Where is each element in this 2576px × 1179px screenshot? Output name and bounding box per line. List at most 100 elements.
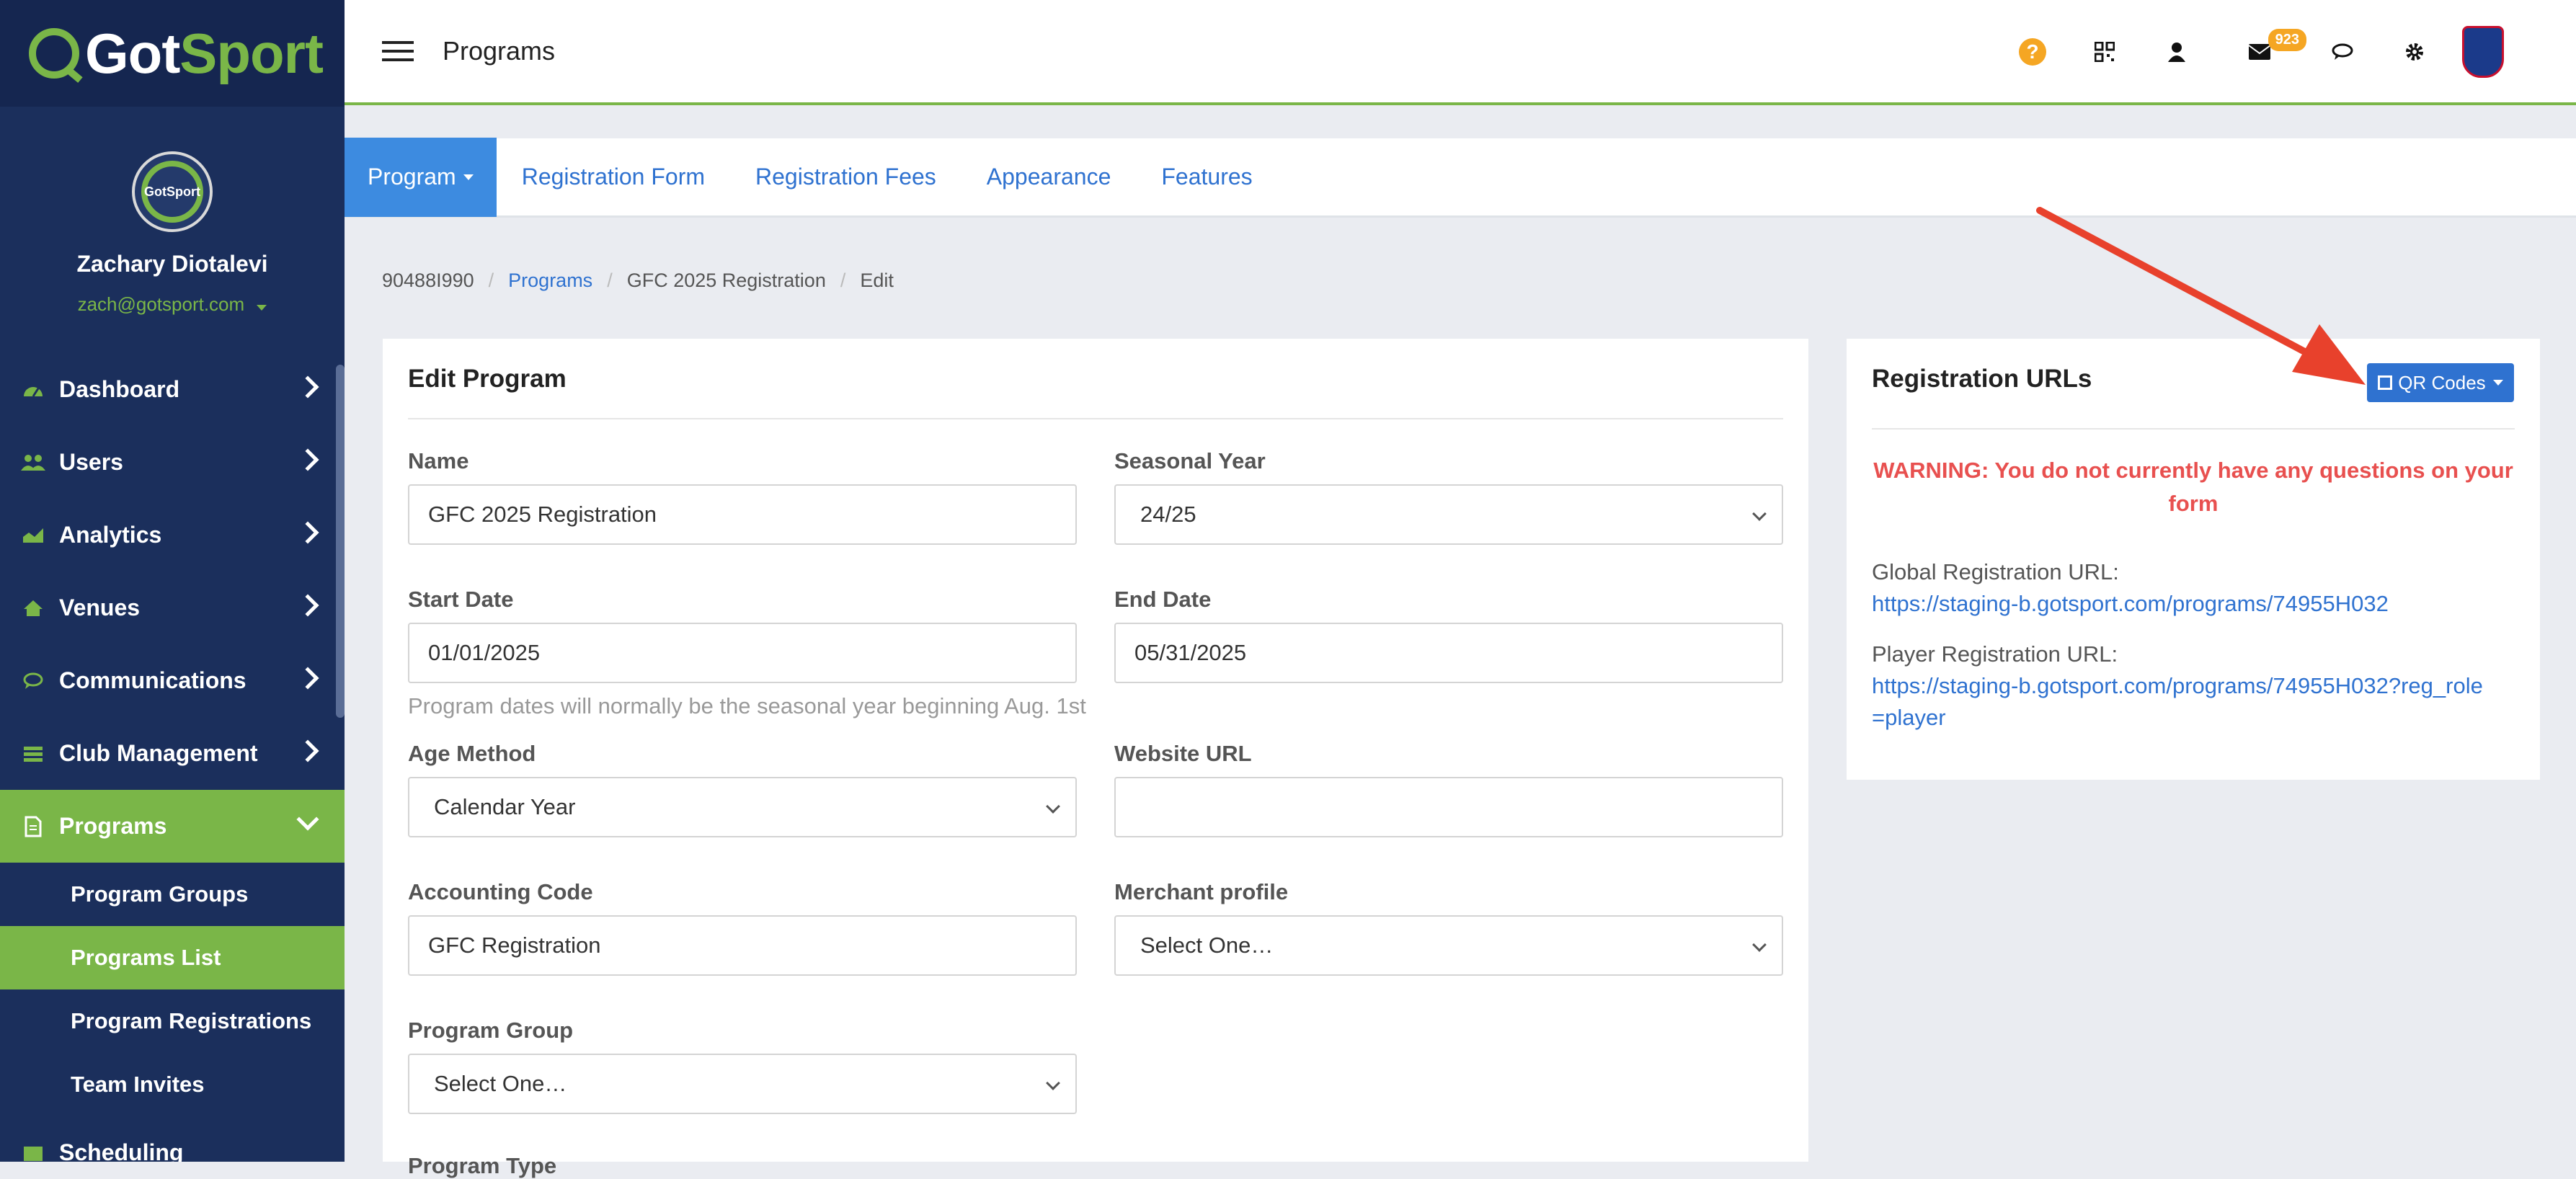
chevron-right-icon [296, 739, 319, 762]
registration-urls-card: Registration URLs QR Codes WARNING: You … [1847, 339, 2540, 780]
home-icon [20, 597, 46, 619]
no-questions-warning: WARNING: You do not currently have any q… [1873, 458, 2513, 516]
chat-button[interactable] [2306, 26, 2379, 78]
profile-button[interactable] [2141, 26, 2213, 78]
tab-program[interactable]: Program [345, 137, 497, 217]
caret-down-icon [2492, 380, 2503, 386]
hamburger-menu-icon[interactable] [382, 41, 414, 61]
end-date-label: End Date [1114, 587, 1212, 612]
player-url-link[interactable]: https://staging-b.gotsport.com/programs/… [1872, 670, 2492, 734]
chevron-down-icon [296, 808, 319, 831]
user-profile: GotSport Zachary Diotalevi zach@gotsport… [0, 107, 345, 316]
users-icon [20, 452, 46, 473]
avatar: GotSport [132, 151, 213, 232]
age-method-label: Age Method [408, 741, 536, 766]
program-group-label: Program Group [408, 1018, 574, 1043]
edit-program-card: Edit Program Name GFC 2025 Registration … [383, 339, 1808, 1178]
help-button[interactable]: ? [1997, 26, 2069, 78]
messages-button[interactable]: 923 [2213, 26, 2306, 78]
document-icon [20, 816, 46, 837]
dashboard-icon [20, 379, 46, 401]
logo-text-got: Got [85, 21, 180, 85]
sidebar-item-label: Analytics [59, 522, 162, 548]
logo-text-sport: Sport [179, 21, 324, 85]
sidebar: GotSport GotSport Zachary Diotalevi zach… [0, 0, 345, 1162]
qr-code-icon [2095, 42, 2115, 62]
sidebar-item-users[interactable]: Users [0, 426, 345, 499]
divider [1872, 428, 2515, 430]
website-url-label: Website URL [1114, 741, 1252, 766]
sidebar-subitem-program-registrations[interactable]: Program Registrations [0, 989, 345, 1053]
sidebar-subitem-team-invites[interactable]: Team Invites [0, 1053, 345, 1116]
sidebar-item-dashboard[interactable]: Dashboard [0, 353, 345, 426]
accounting-code-label: Accounting Code [408, 879, 593, 904]
sidebar-subitem-program-groups[interactable]: Program Groups [0, 863, 345, 926]
page-title: Programs [443, 36, 556, 66]
age-method-select[interactable]: Calendar Year [408, 777, 1077, 837]
user-email-dropdown[interactable]: zach@gotsport.com [0, 293, 345, 316]
breadcrumb-program: GFC 2025 Registration [626, 270, 826, 291]
divider [408, 418, 1783, 419]
website-url-input[interactable] [1114, 777, 1783, 837]
seasonal-year-label: Seasonal Year [1114, 448, 1266, 473]
start-date-input[interactable]: 01/01/2025 [408, 623, 1077, 683]
sidebar-item-label: Communications [59, 667, 247, 693]
breadcrumb-current: Edit [860, 270, 894, 291]
caret-down-icon [257, 305, 267, 311]
top-icons: ? 923 [1997, 26, 2504, 78]
chevron-right-icon [296, 594, 319, 617]
sidebar-nav: Dashboard Users Analytics Venues Communi… [0, 353, 345, 1162]
breadcrumb: 90488I990 / Programs / GFC 2025 Registra… [382, 270, 894, 292]
merchant-profile-select[interactable]: Select One… [1114, 915, 1783, 976]
qr-codes-label: QR Codes [2398, 371, 2486, 393]
sidebar-subitem-programs-list[interactable]: Programs List [0, 926, 345, 989]
end-date-input[interactable]: 05/31/2025 [1114, 623, 1783, 683]
message-count-badge: 923 [2268, 29, 2306, 51]
dates-help-text: Program dates will normally be the seaso… [408, 693, 1086, 718]
avatar-logo: GotSport [141, 161, 203, 223]
sidebar-item-cut-off[interactable]: Scheduling [0, 1116, 345, 1162]
sidebar-item-label: Scheduling [59, 1139, 184, 1162]
red-arrow-annotation-icon [2036, 207, 2366, 385]
player-url-label: Player Registration URL: [1872, 641, 2118, 667]
start-date-label: Start Date [408, 587, 514, 612]
chevron-right-icon [296, 521, 319, 544]
chevron-right-icon [296, 375, 319, 399]
tab-registration-form[interactable]: Registration Form [497, 138, 730, 217]
program-group-select[interactable]: Select One… [408, 1054, 1077, 1114]
tab-features[interactable]: Features [1136, 138, 1277, 217]
sidebar-item-label: Programs [59, 813, 167, 839]
sidebar-item-analytics[interactable]: Analytics [0, 499, 345, 571]
qr-code-button[interactable] [2069, 26, 2141, 78]
analytics-icon [20, 525, 46, 546]
tab-appearance[interactable]: Appearance [961, 138, 1137, 217]
name-label: Name [408, 448, 469, 473]
sidebar-item-label: Club Management [59, 740, 258, 766]
envelope-icon [2248, 44, 2271, 60]
club-crest-icon[interactable] [2462, 26, 2504, 78]
chat-icon [2332, 43, 2353, 60]
gotsport-logo[interactable]: GotSport [0, 0, 345, 107]
chevron-right-icon [296, 667, 319, 690]
seasonal-year-select[interactable]: 24/25 [1114, 484, 1783, 545]
global-url-label: Global Registration URL: [1872, 559, 2119, 584]
sidebar-scrollbar[interactable] [336, 365, 345, 718]
tab-registration-fees[interactable]: Registration Fees [730, 138, 961, 217]
breadcrumb-programs-link[interactable]: Programs [508, 270, 592, 292]
qr-codes-button[interactable]: QR Codes [2367, 363, 2514, 402]
name-input[interactable]: GFC 2025 Registration [408, 484, 1077, 545]
global-url-link[interactable]: https://staging-b.gotsport.com/programs/… [1872, 588, 2492, 620]
settings-button[interactable] [2379, 26, 2451, 78]
user-email: zach@gotsport.com [77, 293, 245, 315]
gear-icon [2406, 43, 2423, 61]
sidebar-item-communications[interactable]: Communications [0, 644, 345, 717]
caret-down-icon [463, 174, 474, 180]
accounting-code-input[interactable]: GFC Registration [408, 915, 1077, 976]
calendar-icon [20, 1142, 46, 1162]
sidebar-item-programs[interactable]: Programs [0, 790, 345, 863]
sidebar-item-venues[interactable]: Venues [0, 571, 345, 644]
list-icon [20, 743, 46, 765]
sidebar-item-club-management[interactable]: Club Management [0, 717, 345, 790]
sidebar-item-label: Users [59, 449, 123, 475]
breadcrumb-id: 90488I990 [382, 270, 474, 291]
